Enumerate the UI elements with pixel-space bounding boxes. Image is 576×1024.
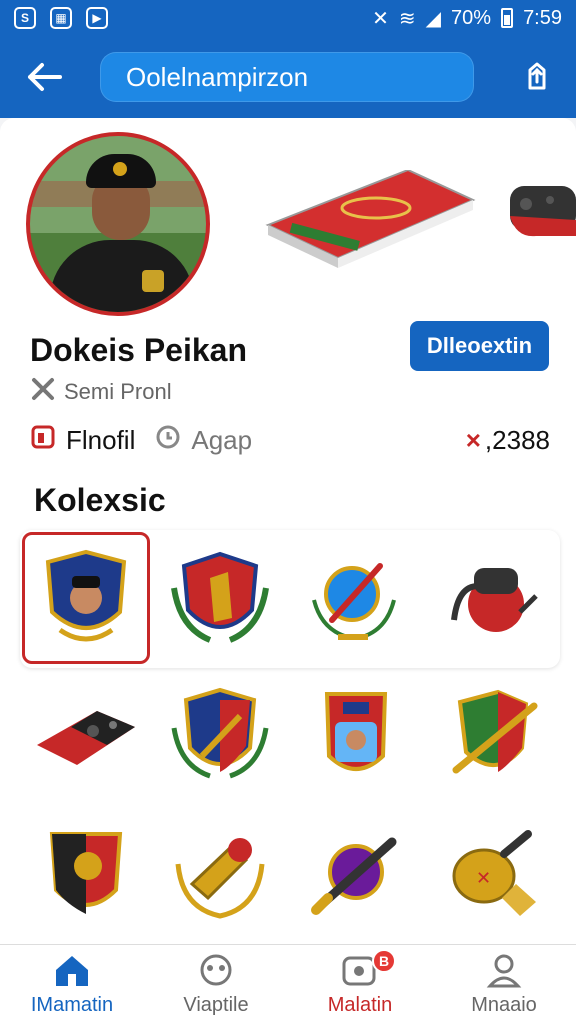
bottom-navigation: IMamatin Viaptile B Malatin Mnaaio <box>0 944 576 1024</box>
profile-name: Dokeis Peikan <box>30 332 247 368</box>
profile-avatar[interactable] <box>26 132 210 316</box>
clock: 7:59 <box>523 6 562 29</box>
profile-tag-label: Flnofil <box>66 425 136 455</box>
nav-messages[interactable]: B Malatin <box>288 945 432 1024</box>
controller-icon <box>451 568 538 632</box>
signal-icon: ◢ <box>425 7 442 30</box>
green-shield-icon <box>452 689 538 774</box>
amount-value: ,2388 <box>484 425 550 455</box>
app-bar: Oolelnampirzon <box>0 36 576 118</box>
id-card-icon <box>30 424 56 457</box>
age-tag[interactable]: Agap <box>155 424 252 457</box>
collection-item-knight-shield[interactable] <box>156 670 284 802</box>
card-album-icon[interactable] <box>258 170 478 270</box>
nav-games[interactable]: Viaptile <box>144 945 288 1024</box>
currency-icon: × <box>465 425 481 455</box>
role-label: Semi Pronl <box>64 379 172 404</box>
video-icon: ▶ <box>86 7 108 29</box>
collection-title: Kolexsic <box>34 482 166 518</box>
profile-icon <box>486 954 522 988</box>
search-field[interactable]: Oolelnampirzon <box>100 52 474 102</box>
notification-icon: S <box>14 7 36 29</box>
battery-percent: 70% <box>451 6 492 29</box>
nav-profile[interactable]: Mnaaio <box>432 945 576 1024</box>
notification-badge: B <box>372 949 396 973</box>
collection-item-gamepad[interactable] <box>22 670 150 802</box>
nav-messages-label: Malatin <box>327 994 393 1016</box>
profile-stats-row: Flnofil Agap × ,2388 <box>30 424 550 457</box>
gamepad-nav-icon <box>200 954 232 986</box>
profile-role: Semi Pronl <box>30 376 172 408</box>
search-text: Oolelnampirzon <box>126 61 309 92</box>
connect-button[interactable]: Dlleoextin <box>410 321 549 371</box>
collection-item-purple-scroll[interactable] <box>292 808 420 940</box>
nav-home-label: IMamatin <box>30 994 114 1016</box>
scroll-icon <box>311 837 397 915</box>
back-arrow-icon[interactable] <box>18 51 70 103</box>
helmet-shield-icon <box>49 832 123 914</box>
game-controller-icon[interactable] <box>506 180 576 242</box>
mute-icon: ✕ <box>372 7 389 30</box>
nav-games-label: Viaptile <box>183 994 249 1016</box>
collection-item-green-shield[interactable] <box>428 670 556 802</box>
nav-profile-label: Mnaaio <box>471 994 537 1016</box>
player-badge-icon <box>45 549 127 642</box>
profile-content: Dokeis Peikan Dlleoextin Semi Pronl Flno… <box>0 118 576 944</box>
coin-amount: × ,2388 <box>466 425 550 456</box>
profile-tag[interactable]: Flnofil <box>30 424 135 457</box>
tools-icon <box>30 376 56 408</box>
collection-item-helmet-shield[interactable] <box>22 808 150 940</box>
collection-item-player-badge[interactable] <box>22 532 150 664</box>
collection-item-warrior-shield[interactable] <box>156 532 284 664</box>
orb-icon <box>312 563 396 640</box>
collection-item-golden-cup[interactable]: ✕ <box>428 808 556 940</box>
svg-text:✕: ✕ <box>476 868 491 889</box>
horn-icon <box>175 838 265 919</box>
collection-item-blue-orb[interactable] <box>292 532 420 664</box>
home-icon <box>56 956 88 986</box>
collection-item-red-controller[interactable] <box>428 532 556 664</box>
collection-item-portrait-shield[interactable] <box>292 670 420 802</box>
warrior-shield-icon <box>171 551 269 643</box>
portrait-shield-icon <box>324 692 388 771</box>
wifi-icon: ≋ <box>398 7 416 30</box>
gallery-icon: ▦ <box>50 7 72 29</box>
collection-item-trophy-horn[interactable] <box>156 808 284 940</box>
status-bar: S ▦ ▶ ✕ ≋ ◢ 70% 7:59 <box>0 0 576 36</box>
knight-shield-icon <box>171 687 269 779</box>
nav-home[interactable]: IMamatin <box>0 945 144 1024</box>
gamepad-icon <box>37 711 135 765</box>
share-icon[interactable] <box>516 56 558 98</box>
collection-grid: ✕ <box>20 530 560 940</box>
age-tag-label: Agap <box>191 425 253 455</box>
battery-icon <box>501 8 514 28</box>
golden-cup-icon: ✕ <box>452 830 536 916</box>
clock-icon <box>155 424 181 457</box>
